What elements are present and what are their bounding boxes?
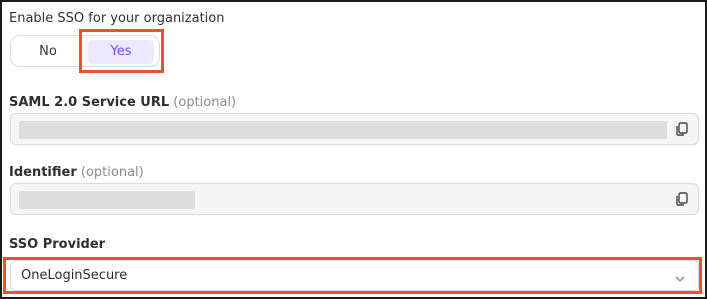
copy-icon[interactable] xyxy=(674,191,690,207)
saml-url-optional-hint: (optional) xyxy=(173,95,237,110)
toggle-option-yes[interactable]: Yes xyxy=(88,40,154,64)
sso-toggle: No Yes xyxy=(10,35,160,67)
enable-sso-label: Enable SSO for your organization xyxy=(9,11,225,26)
identifier-value-redacted xyxy=(19,191,195,209)
sso-provider-selected-value: OneLoginSecure xyxy=(21,268,128,283)
sso-provider-select[interactable]: OneLoginSecure xyxy=(10,260,699,291)
identifier-field[interactable] xyxy=(10,183,699,215)
saml-url-field[interactable] xyxy=(10,113,699,145)
identifier-optional-hint: (optional) xyxy=(80,165,144,180)
sso-provider-label-text: SSO Provider xyxy=(9,237,106,252)
saml-url-label-text: SAML 2.0 Service URL xyxy=(9,95,170,110)
chevron-down-icon[interactable] xyxy=(674,270,686,282)
identifier-label-text: Identifier xyxy=(9,165,77,180)
saml-url-value-redacted xyxy=(19,121,667,139)
toggle-option-no[interactable]: No xyxy=(19,40,77,64)
saml-url-label: SAML 2.0 Service URL (optional) xyxy=(9,95,236,110)
sso-settings-panel: Enable SSO for your organization No Yes … xyxy=(0,0,707,299)
sso-provider-label: SSO Provider xyxy=(9,237,105,252)
copy-icon[interactable] xyxy=(674,121,690,137)
identifier-label: Identifier (optional) xyxy=(9,165,144,180)
